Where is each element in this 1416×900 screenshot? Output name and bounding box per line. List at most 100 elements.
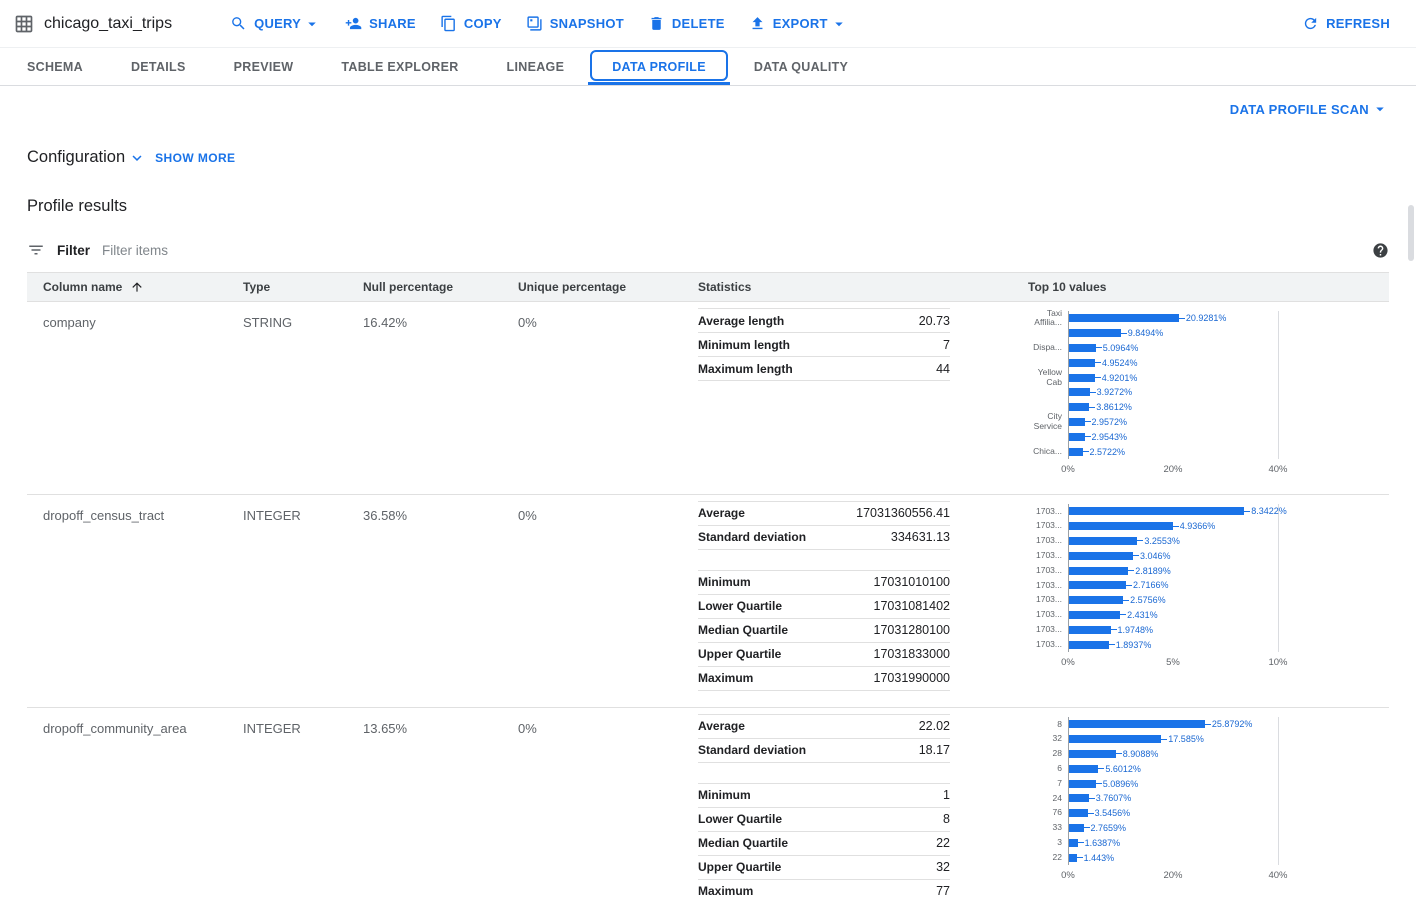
bar-value-label: 8.3422% bbox=[1251, 506, 1287, 516]
vertical-scrollbar[interactable] bbox=[1408, 205, 1414, 261]
bar bbox=[1069, 507, 1244, 515]
column-name-cell: company bbox=[27, 308, 243, 330]
bar-area: 3.2553% bbox=[1068, 534, 1389, 549]
bar-area: 3.5456% bbox=[1068, 806, 1389, 821]
bar-area: 2.9572% bbox=[1068, 415, 1389, 430]
export-button[interactable]: EXPORT bbox=[739, 9, 858, 39]
bar bbox=[1069, 750, 1116, 758]
unique-percentage-header[interactable]: Unique percentage bbox=[518, 280, 698, 294]
tab-schema[interactable]: SCHEMA bbox=[3, 48, 107, 85]
chevron-down-icon[interactable] bbox=[128, 149, 146, 167]
type-header[interactable]: Type bbox=[243, 280, 363, 294]
bar-row: City Service2.9572% bbox=[1028, 415, 1389, 430]
bar bbox=[1069, 388, 1090, 396]
bar-category-label: 1703... bbox=[1028, 536, 1068, 546]
tab-data-quality[interactable]: DATA QUALITY bbox=[730, 48, 872, 85]
bar-leader-line bbox=[1095, 362, 1101, 363]
column-name-header[interactable]: Column name bbox=[27, 280, 243, 294]
bar-row: 763.5456% bbox=[1028, 806, 1389, 821]
chart-grid: 1703...8.3422%1703...4.9366%1703...3.255… bbox=[1028, 504, 1389, 652]
bar-row: 825.8792% bbox=[1028, 717, 1389, 732]
bar-leader-line bbox=[1089, 798, 1095, 799]
bar-value-label: 2.9543% bbox=[1092, 432, 1128, 442]
bar-leader-line bbox=[1096, 347, 1102, 348]
refresh-button[interactable]: REFRESH bbox=[1292, 9, 1400, 38]
bar-value-label: 2.9572% bbox=[1092, 417, 1128, 427]
axis-tick-label: 40% bbox=[1268, 464, 1287, 475]
bar-row: 75.0896% bbox=[1028, 776, 1389, 791]
sort-ascending-icon[interactable] bbox=[130, 280, 144, 294]
bar bbox=[1069, 765, 1098, 773]
bar-leader-line bbox=[1085, 436, 1091, 437]
bar-value-label: 2.7659% bbox=[1091, 823, 1127, 833]
delete-button-label: DELETE bbox=[672, 16, 725, 31]
filter-input[interactable] bbox=[102, 243, 1360, 258]
export-button-label: EXPORT bbox=[773, 16, 828, 31]
top-values-cell: 1703...8.3422%1703...4.9366%1703...3.255… bbox=[1028, 501, 1389, 671]
bar-area: 2.5756% bbox=[1068, 593, 1389, 608]
bar-area: 5.6012% bbox=[1068, 761, 1389, 776]
tab-preview[interactable]: PREVIEW bbox=[210, 48, 318, 85]
search-icon bbox=[230, 15, 247, 32]
stat-label: Standard deviation bbox=[698, 743, 806, 757]
share-button[interactable]: SHARE bbox=[335, 9, 426, 38]
axis-tick-label: 0% bbox=[1061, 870, 1075, 881]
axis-tick-label: 0% bbox=[1061, 657, 1075, 668]
stat-label: Median Quartile bbox=[698, 623, 788, 637]
stat-value: 17031833000 bbox=[874, 647, 950, 661]
bar-value-label: 25.8792% bbox=[1212, 719, 1253, 729]
bar-area: 4.9366% bbox=[1068, 519, 1389, 534]
bar-leader-line bbox=[1128, 570, 1134, 571]
bar-leader-line bbox=[1173, 526, 1179, 527]
bar-area: 2.7166% bbox=[1068, 578, 1389, 593]
bar-category-label: 22 bbox=[1028, 853, 1068, 863]
bar-area: 5.0964% bbox=[1068, 341, 1389, 356]
null-percentage-cell: 16.42% bbox=[363, 308, 518, 330]
bar bbox=[1069, 552, 1133, 560]
tab-bar: SCHEMADETAILSPREVIEWTABLE EXPLORERLINEAG… bbox=[0, 48, 1416, 86]
null-percentage-header[interactable]: Null percentage bbox=[363, 280, 518, 294]
stat-row: Maximum length44 bbox=[698, 356, 950, 380]
profile-results-title: Profile results bbox=[27, 197, 1389, 216]
person-add-icon bbox=[345, 15, 362, 32]
query-button[interactable]: QUERY bbox=[220, 9, 331, 39]
show-more-button[interactable]: SHOW MORE bbox=[155, 151, 235, 165]
stat-value: 44 bbox=[936, 362, 950, 376]
bar-leader-line bbox=[1116, 753, 1122, 754]
bar bbox=[1069, 522, 1173, 530]
unique-percentage-cell: 0% bbox=[518, 501, 698, 523]
copy-button[interactable]: COPY bbox=[430, 9, 512, 38]
stat-row: Minimum1 bbox=[698, 783, 950, 807]
type-cell: INTEGER bbox=[243, 714, 363, 736]
bar-area: 2.5722% bbox=[1068, 444, 1389, 459]
tab-details[interactable]: DETAILS bbox=[107, 48, 210, 85]
bar-row: 221.443% bbox=[1028, 850, 1389, 865]
table-row: dropoff_community_areaINTEGER13.65%0%Ave… bbox=[27, 708, 1389, 900]
help-icon[interactable] bbox=[1372, 242, 1389, 259]
bar-area: 3.8612% bbox=[1068, 400, 1389, 415]
tab-table-explorer[interactable]: TABLE EXPLORER bbox=[317, 48, 482, 85]
bar-leader-line bbox=[1077, 857, 1083, 858]
stats-group: Average22.02Standard deviation18.17 bbox=[698, 714, 950, 763]
bar-leader-line bbox=[1137, 540, 1143, 541]
bar-row: 3.9272% bbox=[1028, 385, 1389, 400]
bar-category-label: 3 bbox=[1028, 838, 1068, 848]
stat-value: 22.02 bbox=[919, 719, 950, 733]
data-profile-scan-button[interactable]: DATA PROFILE SCAN bbox=[1230, 98, 1389, 120]
stat-value: 17031010100 bbox=[874, 575, 950, 589]
snapshot-button[interactable]: SNAPSHOT bbox=[516, 9, 634, 38]
copy-icon bbox=[440, 15, 457, 32]
tab-data-profile[interactable]: DATA PROFILE bbox=[588, 48, 730, 85]
bar bbox=[1069, 314, 1179, 322]
bar-row: 1703...2.431% bbox=[1028, 608, 1389, 623]
delete-button[interactable]: DELETE bbox=[638, 9, 735, 38]
bar bbox=[1069, 418, 1085, 426]
stat-row: Standard deviation18.17 bbox=[698, 738, 950, 762]
statistics-cell: Average22.02Standard deviation18.17Minim… bbox=[698, 714, 1028, 900]
copy-button-label: COPY bbox=[464, 16, 502, 31]
profile-table-body: companySTRING16.42%0%Average length20.73… bbox=[27, 302, 1389, 900]
bar-row: 2.9543% bbox=[1028, 429, 1389, 444]
column-name-cell: dropoff_census_tract bbox=[27, 501, 243, 523]
stat-label: Minimum bbox=[698, 788, 751, 802]
tab-lineage[interactable]: LINEAGE bbox=[483, 48, 589, 85]
